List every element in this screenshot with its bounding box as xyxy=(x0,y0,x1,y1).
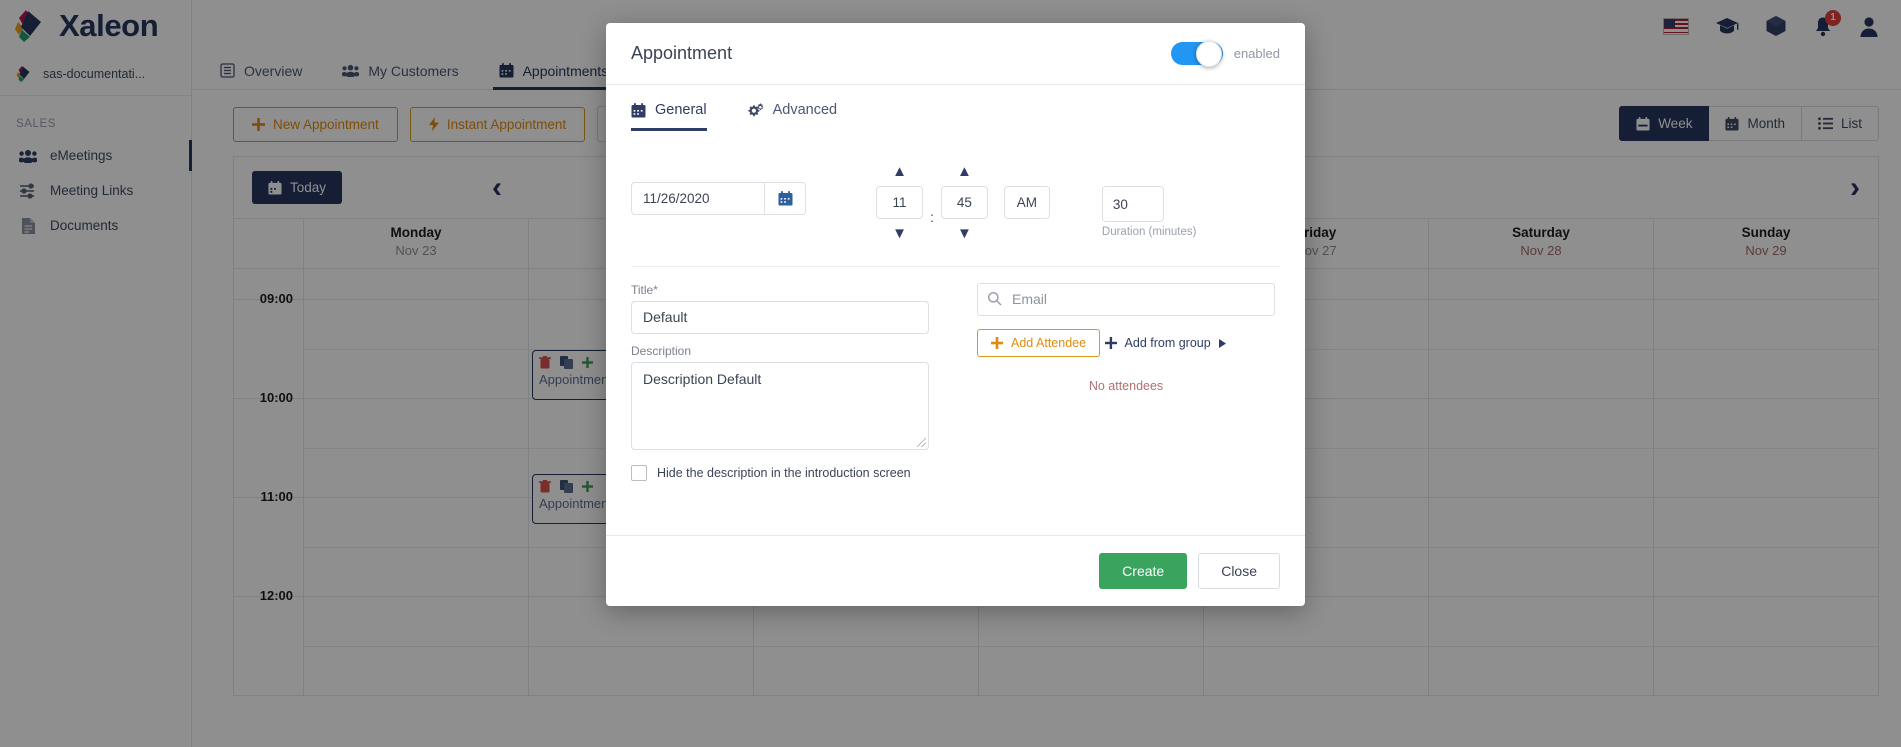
description-value: Description Default xyxy=(643,371,762,387)
date-input[interactable]: 11/26/2020 xyxy=(631,182,764,215)
hide-description-checkbox[interactable] xyxy=(631,465,647,481)
plus-icon xyxy=(1104,337,1117,349)
modal-footer: Create Close xyxy=(606,535,1305,606)
hour-input[interactable]: 11 xyxy=(876,186,923,219)
modal-tab-label: General xyxy=(655,102,707,118)
fields-row: Title* Default Description Description D… xyxy=(631,269,1280,481)
modal-header: Appointment enabled xyxy=(606,23,1305,85)
create-button[interactable]: Create xyxy=(1099,553,1188,589)
attendee-search: Email xyxy=(977,283,1275,316)
duration-input[interactable]: 30 xyxy=(1101,186,1164,222)
description-textarea[interactable]: Description Default xyxy=(631,362,929,450)
details-column: Title* Default Description Description D… xyxy=(631,283,929,481)
hide-description-label: Hide the description in the introduction… xyxy=(657,466,911,480)
add-attendee-label: Add Attendee xyxy=(1011,336,1087,350)
date-picker: 11/26/2020 xyxy=(631,182,806,215)
modal-tab-general[interactable]: General xyxy=(631,102,707,131)
datetime-row: 11/26/2020 ▲ 11 ▼: ▲ 45 ▼ AM 30 Duratio… xyxy=(631,131,1280,267)
chevron-down-icon[interactable]: ▼ xyxy=(957,223,972,244)
modal-tabs: General Advanced xyxy=(606,85,1305,131)
description-label: Description xyxy=(631,344,692,358)
chevron-up-icon[interactable]: ▲ xyxy=(892,161,907,182)
modal-body: 11/26/2020 ▲ 11 ▼: ▲ 45 ▼ AM 30 Duratio… xyxy=(606,131,1305,535)
modal-tab-advanced[interactable]: Advanced xyxy=(747,102,838,131)
chevron-down-icon[interactable]: ▼ xyxy=(892,223,907,244)
hide-description-row[interactable]: Hide the description in the introduction… xyxy=(631,465,929,481)
calendar-icon xyxy=(631,102,646,118)
duration-group: 30 Duration (minutes) xyxy=(1101,186,1197,244)
caret-right-icon xyxy=(1218,338,1226,348)
ampm-toggle[interactable]: AM xyxy=(1003,186,1050,219)
appointment-modal: Appointment enabled General Advanced 11/… xyxy=(606,23,1305,606)
enabled-toggle[interactable] xyxy=(1170,40,1223,67)
add-from-group-label: Add from group xyxy=(1124,336,1211,350)
resize-handle-icon[interactable] xyxy=(917,438,926,447)
minute-stepper: ▲ 45 ▼ xyxy=(940,161,988,244)
plus-icon xyxy=(991,337,1003,349)
enabled-toggle-group: enabled xyxy=(1170,40,1280,67)
add-attendee-button[interactable]: Add Attendee xyxy=(977,329,1101,357)
title-input[interactable]: Default xyxy=(631,301,929,334)
modal-title: Appointment xyxy=(631,43,733,63)
no-attendees-text: No attendees xyxy=(1088,379,1164,393)
enabled-toggle-label: enabled xyxy=(1233,46,1280,61)
title-label: Title* xyxy=(631,283,658,297)
add-from-group-button[interactable]: Add from group xyxy=(1104,336,1226,350)
duration-label: Duration (minutes) xyxy=(1101,226,1197,238)
close-button[interactable]: Close xyxy=(1198,553,1280,589)
hour-stepper: ▲ 11 ▼ xyxy=(876,161,923,244)
attendee-email-input[interactable]: Email xyxy=(977,283,1275,316)
minute-input[interactable]: 45 xyxy=(940,186,988,219)
attendees-column: Email Add Attendee Add from group No att… xyxy=(977,283,1275,481)
gears-icon xyxy=(747,102,764,118)
date-picker-button[interactable] xyxy=(764,182,806,215)
calendar-icon xyxy=(778,191,793,206)
time-picker: ▲ 11 ▼ : ▲ 45 ▼ AM 30 Duration (minutes) xyxy=(876,161,1196,244)
search-icon xyxy=(987,291,1002,306)
modal-tab-label: Advanced xyxy=(772,102,838,118)
chevron-up-icon[interactable]: ▲ xyxy=(957,161,972,182)
time-separator: : xyxy=(930,209,934,225)
